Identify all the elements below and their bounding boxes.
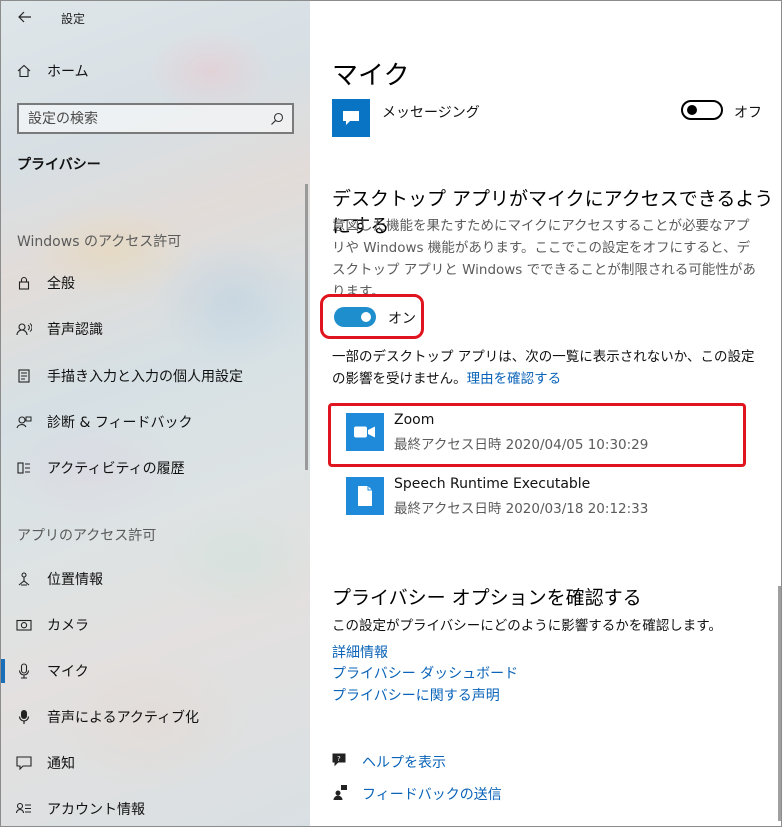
main-scrollbar[interactable]: [778, 586, 781, 821]
app-name: Speech Runtime Executable: [394, 476, 591, 492]
sidebar-item-label: 音声によるアクティブ化: [47, 710, 200, 726]
link-more-info[interactable]: 詳細情報: [332, 642, 388, 662]
page-title: マイク: [332, 61, 410, 91]
main-content: マイク メッセージング オフ デスクトップ アプリがマイクにアクセスできるように…: [310, 1, 781, 826]
sidebar-item-label: カメラ: [47, 618, 89, 634]
notification-icon: [1, 756, 47, 770]
back-button[interactable]: [11, 7, 39, 29]
privacy-options-heading: プライバシー オプションを確認する: [332, 587, 642, 609]
sidebar-item-label: 音声認識: [47, 322, 103, 338]
privacy-options-description: この設定がプライバシーにどのように影響するかを確認します。: [332, 618, 722, 634]
messaging-app-icon: [332, 99, 370, 137]
group-title-windows: Windows のアクセス許可: [17, 234, 182, 250]
handwriting-icon: [1, 369, 47, 383]
sidebar-item-diagnostics[interactable]: 診断 & フィードバック: [1, 404, 301, 440]
sidebar-item-notifications[interactable]: 通知: [1, 745, 301, 781]
section-title: プライバシー: [17, 157, 101, 173]
search-icon[interactable]: [270, 112, 284, 126]
desktop-apps-description: 意図した機能を果たすためにマイクにアクセスすることが必要なアプリや Window…: [332, 218, 756, 300]
microphone-icon: [1, 663, 47, 679]
sidebar: 設定 ホーム プライバシー Windows のアクセス許可 全般: [1, 1, 310, 826]
link-privacy-statement[interactable]: プライバシーに関する声明: [332, 685, 500, 705]
app-last-access: 最終アクセス日時 2020/03/18 20:12:33: [394, 501, 649, 517]
location-icon: [1, 572, 47, 586]
sidebar-item-voice-activation[interactable]: 音声によるアクティブ化: [1, 699, 301, 735]
speech-icon: [1, 322, 47, 336]
search-box[interactable]: [17, 103, 294, 134]
sidebar-item-general[interactable]: 全般: [1, 265, 301, 301]
home-icon: [1, 64, 47, 78]
messaging-row: メッセージング オフ: [332, 99, 762, 141]
sidebar-item-label: ホーム: [47, 64, 89, 80]
sidebar-item-speech[interactable]: 音声認識: [1, 311, 301, 347]
lock-icon: [1, 276, 47, 290]
desktop-apps-toggle-state: オン: [388, 311, 416, 327]
messaging-label: メッセージング: [382, 105, 480, 121]
sidebar-item-label: 位置情報: [47, 572, 103, 588]
link-privacy-dashboard[interactable]: プライバシー ダッシュボード: [332, 663, 518, 683]
messaging-toggle-state: オフ: [734, 105, 762, 121]
sidebar-item-label: アクティビティの履歴: [47, 461, 185, 477]
sidebar-scrollbar[interactable]: [305, 184, 308, 470]
zoom-app-icon: [346, 413, 384, 451]
timeline-icon: [1, 461, 47, 475]
help-icon: ?: [332, 753, 362, 771]
show-help-link[interactable]: ヘルプを表示: [362, 752, 446, 772]
app-row-speech-runtime: Speech Runtime Executable 最終アクセス日時 2020/…: [346, 476, 726, 523]
sidebar-item-label: マイク: [47, 664, 89, 680]
sidebar-item-label: アカウント情報: [47, 802, 145, 818]
sidebar-item-activity-history[interactable]: アクティビティの履歴: [1, 450, 301, 486]
sidebar-item-location[interactable]: 位置情報: [1, 561, 301, 597]
speech-runtime-app-icon: [346, 477, 384, 515]
group-title-apps: アプリのアクセス許可: [17, 528, 157, 544]
sidebar-item-handwriting[interactable]: 手描き入力と入力の個人用設定: [1, 358, 301, 394]
learn-why-link[interactable]: 理由を確認する: [467, 371, 562, 387]
sidebar-item-label: 全般: [47, 276, 75, 292]
sidebar-item-microphone[interactable]: マイク: [1, 653, 301, 689]
app-row-zoom: Zoom 最終アクセス日時 2020/04/05 10:30:29: [346, 412, 726, 459]
app-title: 設定: [61, 12, 86, 26]
camera-icon: [1, 619, 47, 631]
feedback-person-icon: [332, 784, 362, 804]
sidebar-item-account-info[interactable]: アカウント情報: [1, 791, 301, 826]
desktop-apps-note: 一部のデスクトップ アプリは、次の一覧に表示されないか、この設定の影響を受けませ…: [332, 346, 762, 390]
sidebar-item-label: 診断 & フィードバック: [47, 415, 193, 431]
desktop-apps-toggle[interactable]: [334, 307, 376, 327]
feedback-row[interactable]: フィードバックの送信: [332, 783, 502, 805]
back-arrow-icon: [18, 11, 31, 23]
sidebar-item-label: 通知: [47, 756, 75, 772]
settings-window: 設定 ホーム プライバシー Windows のアクセス許可 全般: [0, 0, 782, 827]
sidebar-item-home[interactable]: ホーム: [1, 53, 301, 89]
app-last-access: 最終アクセス日時 2020/04/05 10:30:29: [394, 437, 649, 453]
voice-activation-icon: [1, 709, 47, 725]
app-name: Zoom: [394, 412, 435, 428]
sidebar-item-camera[interactable]: カメラ: [1, 607, 301, 643]
sidebar-item-label: 手描き入力と入力の個人用設定: [47, 369, 243, 385]
svg-text:?: ?: [337, 755, 341, 763]
search-input[interactable]: [28, 110, 248, 127]
account-info-icon: [1, 802, 47, 816]
messaging-toggle[interactable]: [681, 100, 723, 120]
send-feedback-link[interactable]: フィードバックの送信: [362, 784, 502, 804]
help-row[interactable]: ? ヘルプを表示: [332, 751, 446, 773]
feedback-icon: [1, 415, 47, 429]
